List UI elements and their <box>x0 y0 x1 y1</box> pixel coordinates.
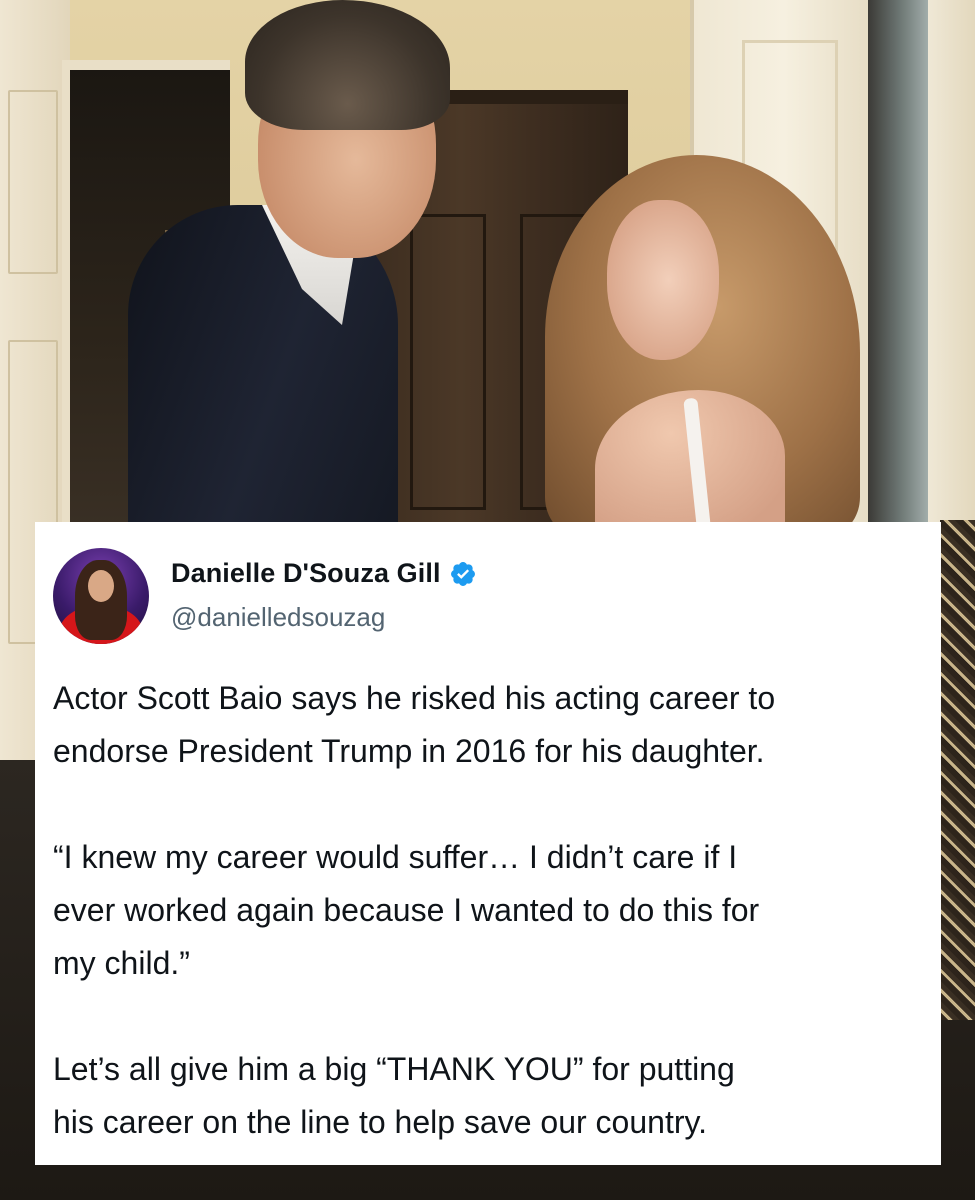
tweet-card: Danielle D'Souza Gill @danielledsouzag A… <box>35 522 941 1165</box>
man-hair <box>245 0 450 130</box>
girl-face <box>607 200 719 360</box>
tweet-paragraph-1: Actor Scott Baio says he risked his acti… <box>53 680 776 769</box>
author-handle[interactable]: @danielledsouzag <box>171 602 385 633</box>
author-name[interactable]: Danielle D'Souza Gill <box>171 558 441 589</box>
tweet-paragraph-2: “I knew my career would suffer… I didn’t… <box>53 839 760 981</box>
verified-badge-icon <box>449 560 477 588</box>
author-name-row: Danielle D'Souza Gill <box>171 558 477 589</box>
tweet-paragraph-3: Let’s all give him a big “THANK YOU” for… <box>53 1051 735 1140</box>
avatar-face <box>88 570 114 602</box>
tweet-body: Actor Scott Baio says he risked his acti… <box>53 672 933 1149</box>
patterned-fabric <box>940 520 975 1020</box>
author-avatar[interactable] <box>53 548 149 644</box>
